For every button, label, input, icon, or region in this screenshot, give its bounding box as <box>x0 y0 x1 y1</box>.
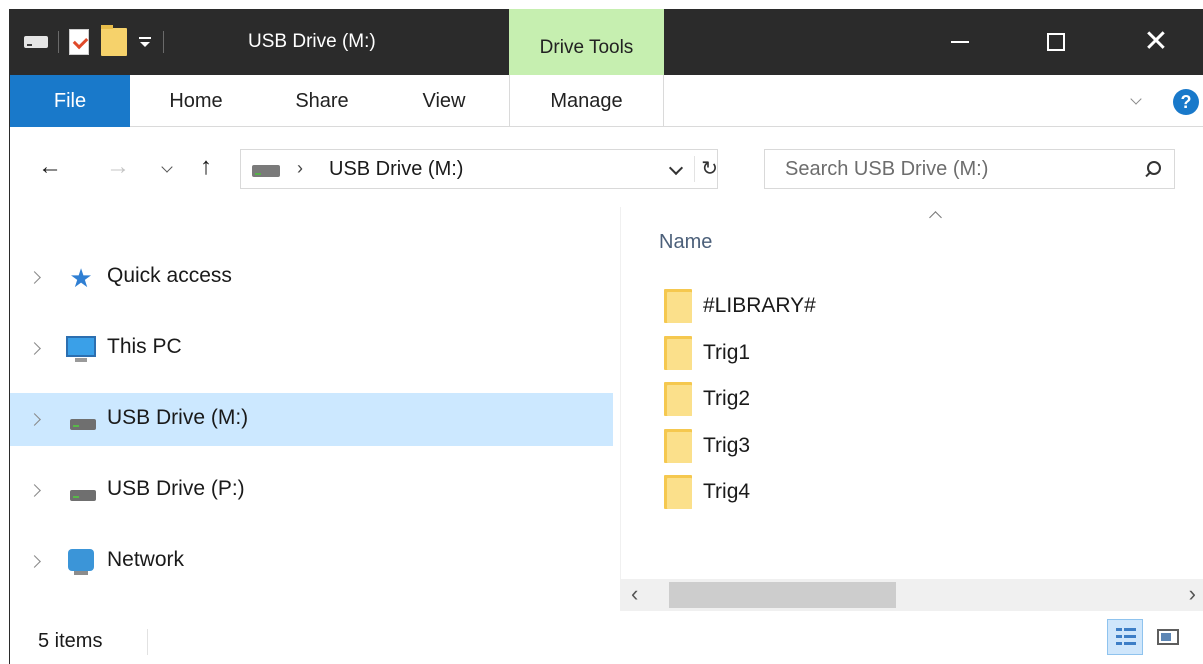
close-icon: ✕ <box>1143 25 1169 58</box>
tab-share[interactable]: Share <box>276 75 368 127</box>
folder-icon <box>663 429 693 463</box>
up-arrow-icon[interactable]: ↑ <box>200 153 212 181</box>
window-title: USB Drive (M:) <box>248 31 376 52</box>
folder-icon <box>663 382 693 416</box>
qat-separator <box>58 31 59 53</box>
nav-item-usb-drive-p[interactable]: USB Drive (P:) <box>10 464 613 517</box>
navigation-pane: ★ Quick access This PC USB Drive (M:) US… <box>10 207 620 611</box>
properties-icon[interactable] <box>69 29 89 55</box>
scrollbar-thumb[interactable] <box>669 582 896 608</box>
tab-file[interactable]: File <box>10 75 130 127</box>
expand-chevron-icon[interactable] <box>28 271 41 284</box>
tab-manage[interactable]: Manage <box>509 75 664 127</box>
recent-locations-chevron-icon[interactable] <box>161 161 173 173</box>
nav-item-this-pc[interactable]: This PC <box>10 322 613 375</box>
file-list-pane: Name #LIBRARY# Trig1 Trig2 Trig3 Trig4 ‹… <box>621 207 1203 611</box>
status-separator <box>147 629 148 655</box>
network-icon <box>64 547 98 577</box>
file-row[interactable]: Trig4 <box>663 473 1083 509</box>
usb-drive-icon <box>64 476 98 506</box>
expand-chevron-icon[interactable] <box>28 413 41 426</box>
file-row[interactable]: #LIBRARY# <box>663 287 1083 323</box>
sort-ascending-icon <box>929 211 942 224</box>
back-arrow-icon[interactable]: ← <box>38 153 62 181</box>
forward-arrow-icon[interactable]: → <box>106 153 130 181</box>
close-button[interactable]: ✕ <box>1128 9 1184 75</box>
file-name: Trig4 <box>703 480 751 503</box>
status-bar: 5 items <box>10 611 1203 664</box>
customize-toolbar-dropdown-icon[interactable] <box>137 34 153 50</box>
breadcrumb-usb-drive-m[interactable]: USB Drive (M:) <box>329 158 463 181</box>
tab-view[interactable]: View <box>402 75 486 127</box>
nav-item-quick-access[interactable]: ★ Quick access <box>10 251 613 304</box>
file-row[interactable]: Trig1 <box>663 334 1083 370</box>
drive-tools-context-tab: Drive Tools <box>509 9 664 75</box>
scroll-right-arrow-icon[interactable]: › <box>1189 583 1196 605</box>
file-row[interactable]: Trig3 <box>663 427 1083 463</box>
minimize-icon <box>951 41 969 43</box>
title-bar: USB Drive (M:) Drive Tools ✕ <box>10 9 1203 75</box>
this-pc-icon <box>64 334 98 364</box>
nav-item-label: Quick access <box>107 264 232 287</box>
file-name: Trig3 <box>703 434 751 457</box>
breadcrumb-chevron-icon[interactable]: › <box>297 158 303 179</box>
search-icon[interactable] <box>1144 161 1161 179</box>
folder-icon <box>663 475 693 509</box>
quick-access-star-icon: ★ <box>69 263 93 293</box>
maximize-icon <box>1047 33 1065 51</box>
expand-chevron-icon[interactable] <box>28 342 41 355</box>
nav-item-label: This PC <box>107 335 182 358</box>
nav-item-label: USB Drive (P:) <box>107 477 245 500</box>
nav-item-network[interactable]: Network <box>10 535 613 588</box>
new-folder-icon[interactable] <box>101 25 127 56</box>
file-name: Trig2 <box>703 387 751 410</box>
usb-drive-icon <box>64 405 98 435</box>
address-dropdown-chevron-icon[interactable] <box>668 160 684 176</box>
nav-item-usb-drive-m[interactable]: USB Drive (M:) <box>10 393 613 446</box>
address-row: ← → ↑ › USB Drive (M:) ↻ Search USB Driv… <box>10 127 1203 207</box>
nav-item-label: Network <box>107 548 185 571</box>
expand-ribbon-chevron-icon[interactable] <box>1131 95 1143 107</box>
maximize-button[interactable] <box>1028 9 1084 75</box>
expand-chevron-icon[interactable] <box>28 555 41 568</box>
tab-home[interactable]: Home <box>148 75 244 127</box>
column-header-name[interactable]: Name <box>659 231 712 254</box>
nav-item-label: USB Drive (M:) <box>107 406 249 429</box>
details-view-icon <box>1116 628 1136 648</box>
folder-icon <box>663 336 693 370</box>
search-box[interactable]: Search USB Drive (M:) <box>764 149 1175 189</box>
ribbon-tabs: File Home Share View Manage ? <box>10 75 1203 127</box>
details-view-button[interactable] <box>1107 619 1143 655</box>
help-icon[interactable]: ? <box>1173 89 1199 115</box>
expand-chevron-icon[interactable] <box>28 484 41 497</box>
qat-separator <box>163 31 164 53</box>
file-explorer-window: USB Drive (M:) Drive Tools ✕ File Home S… <box>9 9 1203 664</box>
folder-icon <box>663 289 693 323</box>
address-bar[interactable]: › USB Drive (M:) ↻ <box>240 149 718 189</box>
drive-icon[interactable] <box>24 36 48 48</box>
scroll-left-arrow-icon[interactable]: ‹ <box>631 583 638 605</box>
drive-tools-label: Drive Tools <box>539 37 634 58</box>
large-icons-view-icon <box>1157 629 1179 645</box>
usb-drive-icon <box>252 165 280 177</box>
search-placeholder: Search USB Drive (M:) <box>785 158 989 180</box>
file-row[interactable]: Trig2 <box>663 380 1083 416</box>
minimize-button[interactable] <box>932 9 988 75</box>
refresh-icon[interactable]: ↻ <box>694 156 718 182</box>
file-name: Trig1 <box>703 341 751 364</box>
item-count: 5 items <box>38 630 103 652</box>
quick-access-toolbar <box>24 25 174 56</box>
large-icons-view-button[interactable] <box>1150 619 1186 655</box>
horizontal-scrollbar[interactable]: ‹ › <box>621 579 1203 611</box>
file-name: #LIBRARY# <box>703 294 816 317</box>
